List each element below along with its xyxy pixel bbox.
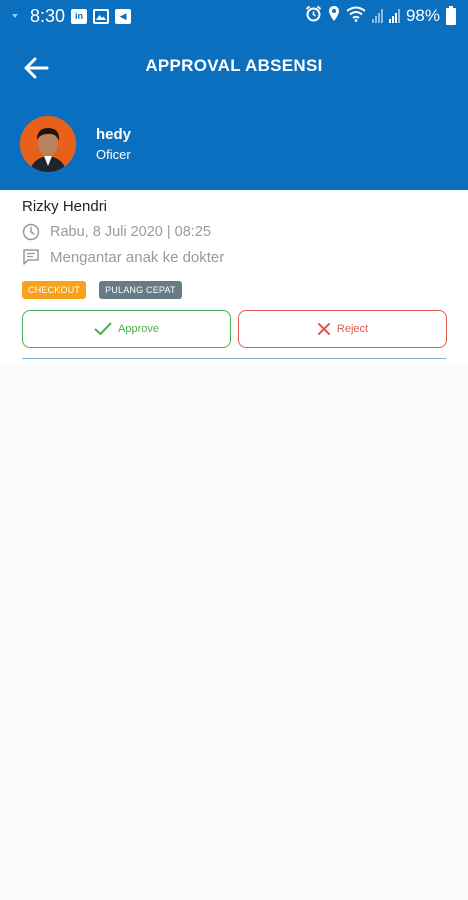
request-datetime-row: Rabu, 8 Juli 2020 | 08:25 xyxy=(22,223,211,241)
battery-icon xyxy=(446,5,456,25)
app-bar: APPROVAL ABSENSI xyxy=(0,32,468,104)
request-note: Mengantar anak ke dokter xyxy=(50,248,225,266)
pulang-cepat-badge: PULANG CEPAT xyxy=(99,281,182,299)
checkout-badge: CHECKOUT xyxy=(22,281,87,299)
reject-button[interactable]: Reject xyxy=(238,310,447,348)
battery-percent: 98% xyxy=(405,6,440,25)
check-icon xyxy=(94,322,112,335)
profile-name: hedy xyxy=(96,126,132,143)
status-bar: 8:30 in ◀ 98% xyxy=(0,0,468,32)
request-datetime: Rabu, 8 Juli 2020 | 08:25 xyxy=(50,224,211,240)
alarm-icon xyxy=(305,5,322,27)
card-divider xyxy=(22,358,446,359)
request-note-row: Mengantar anak ke dokter xyxy=(22,248,224,266)
comment-icon xyxy=(23,249,39,265)
location-icon xyxy=(328,5,340,27)
approve-button[interactable]: Approve xyxy=(22,310,231,348)
approval-request-card: Rizky Hendri Rabu, 8 Juli 2020 | 08:25 M… xyxy=(0,190,468,365)
status-time: 8:30 xyxy=(30,5,66,26)
status-bar-left: 8:30 in ◀ xyxy=(12,5,132,27)
gallery-icon xyxy=(93,8,110,24)
linkedin-icon: in xyxy=(71,8,88,24)
signal-icon xyxy=(371,9,383,23)
reject-label: Reject xyxy=(336,323,369,335)
message-icon: ◀ xyxy=(115,8,132,24)
clock-icon xyxy=(22,223,40,241)
approve-label: Approve xyxy=(118,323,159,335)
profile-role: Oficer xyxy=(96,147,131,162)
wifi-icon xyxy=(346,6,366,27)
avatar[interactable] xyxy=(20,116,76,172)
page-title: APPROVAL ABSENSI xyxy=(145,56,323,75)
profile-header: hedy Oficer xyxy=(0,104,468,190)
status-badges: CHECKOUT PULANG CEPAT xyxy=(22,281,182,299)
signal-icon-2 xyxy=(388,9,400,23)
close-icon xyxy=(317,323,330,335)
status-bar-right: 98% xyxy=(305,5,456,27)
notification-dot-icon xyxy=(12,14,18,18)
employee-name: Rizky Hendri xyxy=(22,198,108,215)
